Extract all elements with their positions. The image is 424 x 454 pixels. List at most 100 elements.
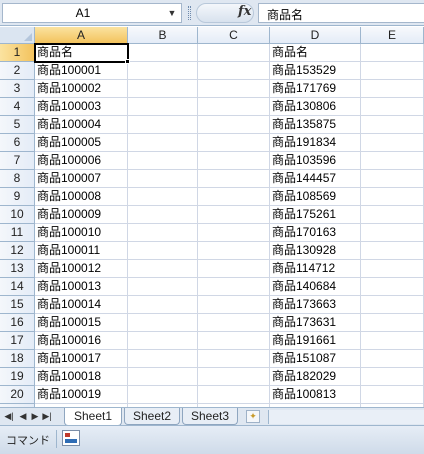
cell-c16[interactable] [198, 314, 270, 332]
cell-b7[interactable] [128, 152, 198, 170]
cell-c8[interactable] [198, 170, 270, 188]
row-header[interactable]: 8 [0, 170, 35, 188]
cell-e18[interactable] [361, 350, 424, 368]
row-header[interactable]: 15 [0, 296, 35, 314]
cell-b17[interactable] [128, 332, 198, 350]
cell-c18[interactable] [198, 350, 270, 368]
cell-e17[interactable] [361, 332, 424, 350]
cell-b14[interactable] [128, 278, 198, 296]
cell-c5[interactable] [198, 116, 270, 134]
cell-a15[interactable]: 商品100014 [35, 296, 128, 314]
cell-d10[interactable]: 商品175261 [270, 206, 361, 224]
cell-b13[interactable] [128, 260, 198, 278]
cell-d13[interactable]: 商品114712 [270, 260, 361, 278]
cell-a14[interactable]: 商品100013 [35, 278, 128, 296]
cell-b20[interactable] [128, 386, 198, 404]
cell-b4[interactable] [128, 98, 198, 116]
cell-c12[interactable] [198, 242, 270, 260]
cell-c9[interactable] [198, 188, 270, 206]
cell-e2[interactable] [361, 62, 424, 80]
cell-b12[interactable] [128, 242, 198, 260]
macro-record-icon[interactable] [62, 430, 80, 446]
cell-d8[interactable]: 商品144457 [270, 170, 361, 188]
cell-b16[interactable] [128, 314, 198, 332]
row-header[interactable]: 12 [0, 242, 35, 260]
cell-c4[interactable] [198, 98, 270, 116]
cell-a17[interactable]: 商品100016 [35, 332, 128, 350]
cell-d15[interactable]: 商品173663 [270, 296, 361, 314]
chevron-down-icon[interactable]: ▼ [165, 5, 179, 21]
cell-a4[interactable]: 商品100003 [35, 98, 128, 116]
cell-a20[interactable]: 商品100019 [35, 386, 128, 404]
cell-e10[interactable] [361, 206, 424, 224]
prev-sheet-icon[interactable]: ◀ [18, 411, 28, 422]
cell-b8[interactable] [128, 170, 198, 188]
worksheet-grid[interactable]: A B C D E 1 商品名 商品名 2 商品100001 商品153529 3 商品100002 商品… [0, 27, 424, 407]
row-header[interactable]: 3 [0, 80, 35, 98]
tab-sheet3[interactable]: Sheet3 [182, 408, 238, 425]
cell-a8[interactable]: 商品100007 [35, 170, 128, 188]
cell-c1[interactable] [198, 44, 270, 62]
cell-a10[interactable]: 商品100009 [35, 206, 128, 224]
row-header[interactable]: 17 [0, 332, 35, 350]
cell-b3[interactable] [128, 80, 198, 98]
cell-d14[interactable]: 商品140684 [270, 278, 361, 296]
first-sheet-icon[interactable]: ◀| [4, 411, 14, 422]
cell-b15[interactable] [128, 296, 198, 314]
cell-a9[interactable]: 商品100008 [35, 188, 128, 206]
column-header-a[interactable]: A [35, 27, 128, 44]
cell-d5[interactable]: 商品135875 [270, 116, 361, 134]
cell-d20[interactable]: 商品100813 [270, 386, 361, 404]
row-header[interactable]: 16 [0, 314, 35, 332]
cell-e3[interactable] [361, 80, 424, 98]
cell-e6[interactable] [361, 134, 424, 152]
column-header-c[interactable]: C [198, 27, 270, 44]
fill-handle[interactable] [125, 59, 130, 64]
cell-e9[interactable] [361, 188, 424, 206]
cell-a11[interactable]: 商品100010 [35, 224, 128, 242]
tab-sheet2[interactable]: Sheet2 [124, 408, 180, 425]
cell-c7[interactable] [198, 152, 270, 170]
cell-c3[interactable] [198, 80, 270, 98]
cell-e14[interactable] [361, 278, 424, 296]
last-sheet-icon[interactable]: ▶| [42, 411, 52, 422]
row-header[interactable]: 7 [0, 152, 35, 170]
cell-b1[interactable] [128, 44, 198, 62]
cell-e1[interactable] [361, 44, 424, 62]
column-header-e[interactable]: E [361, 27, 424, 44]
cell-a2[interactable]: 商品100001 [35, 62, 128, 80]
cell-a19[interactable]: 商品100018 [35, 368, 128, 386]
select-all-corner[interactable] [0, 27, 35, 44]
cell-b11[interactable] [128, 224, 198, 242]
column-header-d[interactable]: D [270, 27, 361, 44]
cell-a3[interactable]: 商品100002 [35, 80, 128, 98]
cell-e7[interactable] [361, 152, 424, 170]
cell-e13[interactable] [361, 260, 424, 278]
cell-e11[interactable] [361, 224, 424, 242]
row-header[interactable]: 13 [0, 260, 35, 278]
cell-c17[interactable] [198, 332, 270, 350]
cell-b6[interactable] [128, 134, 198, 152]
cell-d7[interactable]: 商品103596 [270, 152, 361, 170]
cell-d11[interactable]: 商品170163 [270, 224, 361, 242]
row-header[interactable]: 4 [0, 98, 35, 116]
tab-sheet1[interactable]: Sheet1 [64, 408, 122, 426]
cell-a1[interactable]: 商品名 [35, 44, 128, 62]
cell-e20[interactable] [361, 386, 424, 404]
row-header[interactable]: 10 [0, 206, 35, 224]
cell-d6[interactable]: 商品191834 [270, 134, 361, 152]
row-header[interactable]: 14 [0, 278, 35, 296]
cell-e16[interactable] [361, 314, 424, 332]
cell-a13[interactable]: 商品100012 [35, 260, 128, 278]
cell-c2[interactable] [198, 62, 270, 80]
cell-d19[interactable]: 商品182029 [270, 368, 361, 386]
cell-d3[interactable]: 商品171769 [270, 80, 361, 98]
cell-d1[interactable]: 商品名 [270, 44, 361, 62]
cell-c14[interactable] [198, 278, 270, 296]
cell-b2[interactable] [128, 62, 198, 80]
cell-e12[interactable] [361, 242, 424, 260]
cell-c19[interactable] [198, 368, 270, 386]
cell-b10[interactable] [128, 206, 198, 224]
row-header[interactable]: 11 [0, 224, 35, 242]
cell-c15[interactable] [198, 296, 270, 314]
